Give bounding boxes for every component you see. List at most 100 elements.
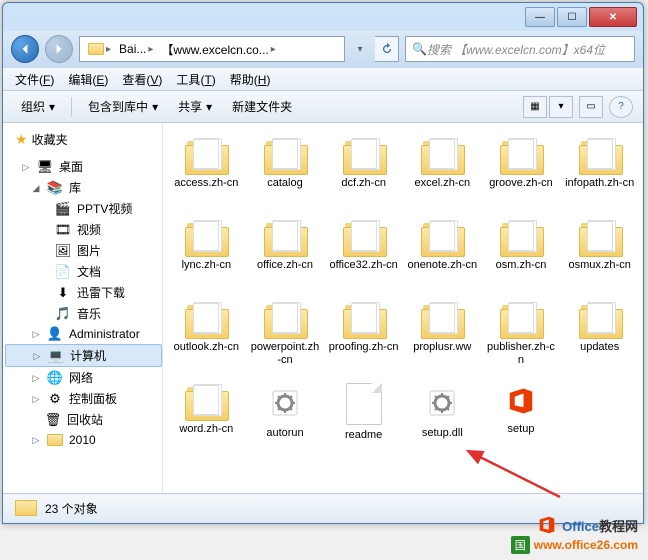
item-label: lync.zh-cn — [182, 259, 232, 285]
file-item-dcf-zh-cn[interactable]: dcf.zh-cn — [326, 133, 401, 207]
sidebar-admin[interactable]: ▷👤Administrator — [5, 324, 162, 344]
file-item-outlook-zh-cn[interactable]: outlook.zh-cn — [169, 297, 244, 371]
sidebar-lib-item[interactable]: 📄文档 — [5, 261, 162, 282]
sidebar-lib-item[interactable]: ⬇迅雷下载 — [5, 282, 162, 303]
address-dropdown[interactable]: ▾ — [351, 44, 369, 55]
breadcrumb[interactable]: ▸ Bai...▸ 【www.excelcn.co...▸ — [79, 36, 345, 62]
file-item-updates[interactable]: updates — [562, 297, 637, 371]
favorites-group[interactable]: ★收藏夹 — [5, 129, 162, 150]
file-item-setup[interactable]: setup — [484, 379, 559, 459]
item-label: setup.dll — [422, 427, 463, 453]
search-placeholder: 搜索 【www.excelcn.com】x64位 — [427, 41, 628, 58]
sidebar-control[interactable]: ▷⚙控制面板 — [5, 388, 162, 409]
item-label: access.zh-cn — [174, 177, 238, 203]
share-button[interactable]: 共享 ▾ — [170, 94, 220, 119]
folder-icon — [185, 383, 227, 419]
sidebar-computer[interactable]: ▷💻计算机 — [5, 344, 162, 367]
item-label: osmux.zh-cn — [568, 259, 630, 285]
sidebar-lib-item[interactable]: 🎬PPTV视频 — [5, 198, 162, 219]
minimize-button[interactable]: — — [525, 7, 555, 27]
sidebar-lib-item[interactable]: 🎞视频 — [5, 219, 162, 240]
folder-icon — [185, 301, 227, 337]
menu-edit[interactable]: 编辑(E) — [62, 69, 114, 90]
refresh-button[interactable] — [375, 36, 399, 62]
folder-icon — [343, 137, 385, 173]
file-item-catalog[interactable]: catalog — [248, 133, 323, 207]
recycle-icon: 🗑 — [45, 412, 61, 428]
sidebar-network[interactable]: ▷🌐网络 — [5, 367, 162, 388]
file-item-setup-dll[interactable]: setup.dll — [405, 379, 480, 459]
file-item-proplusr-ww[interactable]: proplusr.ww — [405, 297, 480, 371]
preview-pane-button[interactable]: ▭ — [579, 96, 603, 118]
nav-back-button[interactable] — [11, 35, 39, 63]
file-item-osm-zh-cn[interactable]: osm.zh-cn — [484, 215, 559, 289]
file-item-groove-zh-cn[interactable]: groove.zh-cn — [484, 133, 559, 207]
view-dropdown[interactable]: ▾ — [549, 96, 573, 118]
item-label: excel.zh-cn — [415, 177, 471, 203]
file-icon — [346, 383, 382, 425]
gear-icon — [265, 383, 305, 423]
item-label: groove.zh-cn — [489, 177, 553, 203]
file-item-autorun[interactable]: autorun — [248, 379, 323, 459]
file-item-office-zh-cn[interactable]: office.zh-cn — [248, 215, 323, 289]
file-item-word-zh-cn[interactable]: word.zh-cn — [169, 379, 244, 459]
library-icon: 📚 — [47, 180, 63, 196]
item-label: office32.zh-cn — [330, 259, 398, 285]
item-label: osm.zh-cn — [496, 259, 547, 285]
file-item-lync-zh-cn[interactable]: lync.zh-cn — [169, 215, 244, 289]
maximize-button[interactable]: ☐ — [557, 7, 587, 27]
folder-icon — [421, 301, 463, 337]
sidebar-desktop[interactable]: ▷🖥桌面 — [5, 156, 162, 177]
help-button[interactable]: ? — [609, 96, 633, 118]
item-label: proofing.zh-cn — [329, 341, 399, 367]
item-label: office.zh-cn — [257, 259, 313, 285]
new-folder-button[interactable]: 新建文件夹 — [224, 94, 300, 119]
folder-icon — [421, 219, 463, 255]
star-icon: ★ — [15, 131, 28, 148]
file-grid: access.zh-cn catalog dcf.zh-cn excel.zh-cn g… — [163, 123, 643, 493]
folder-icon — [579, 301, 621, 337]
sidebar-library[interactable]: ◢📚库 — [5, 177, 162, 198]
file-item-office32-zh-cn[interactable]: office32.zh-cn — [326, 215, 401, 289]
file-item-onenote-zh-cn[interactable]: onenote.zh-cn — [405, 215, 480, 289]
file-item-excel-zh-cn[interactable]: excel.zh-cn — [405, 133, 480, 207]
file-item-powerpoint-zh-cn[interactable]: powerpoint.zh-cn — [248, 297, 323, 371]
computer-icon: 💻 — [48, 348, 64, 364]
sidebar-recycle[interactable]: 🗑回收站 — [5, 409, 162, 430]
arrow-right-icon — [53, 43, 65, 55]
toolbar: 组织 ▾ 包含到库中 ▾ 共享 ▾ 新建文件夹 ▦ ▾ ▭ ? — [3, 91, 643, 123]
item-label: outlook.zh-cn — [174, 341, 239, 367]
view-mode-button[interactable]: ▦ — [523, 96, 547, 118]
sidebar-lib-item[interactable]: 🖼图片 — [5, 240, 162, 261]
menu-help[interactable]: 帮助(H) — [224, 69, 277, 90]
file-item-proofing-zh-cn[interactable]: proofing.zh-cn — [326, 297, 401, 371]
file-item-publisher-zh-cn[interactable]: publisher.zh-cn — [484, 297, 559, 371]
search-box[interactable]: 🔍 搜索 【www.excelcn.com】x64位 — [405, 36, 635, 62]
video-icon: 🎬 — [55, 201, 71, 217]
nav-forward-button[interactable] — [45, 35, 73, 63]
file-item-infopath-zh-cn[interactable]: infopath.zh-cn — [562, 133, 637, 207]
status-count: 23 个对象 — [45, 500, 98, 517]
menu-bar: 文件(F) 编辑(E) 查看(V) 工具(T) 帮助(H) — [3, 67, 643, 91]
organize-button[interactable]: 组织 ▾ — [13, 94, 63, 119]
document-icon: 📄 — [55, 264, 71, 280]
sidebar-2010[interactable]: ▷2010 — [5, 430, 162, 450]
file-item-access-zh-cn[interactable]: access.zh-cn — [169, 133, 244, 207]
music-icon: 🎵 — [55, 306, 71, 322]
file-item-osmux-zh-cn[interactable]: osmux.zh-cn — [562, 215, 637, 289]
menu-tools[interactable]: 工具(T) — [170, 69, 221, 90]
sidebar-lib-item[interactable]: 🎵音乐 — [5, 303, 162, 324]
file-item-readme[interactable]: readme — [326, 379, 401, 459]
separator — [71, 97, 72, 117]
include-library-button[interactable]: 包含到库中 ▾ — [80, 94, 166, 119]
image-icon: 🖼 — [55, 243, 71, 259]
video-icon: 🎞 — [55, 222, 71, 238]
folder-icon — [264, 219, 306, 255]
close-button[interactable]: ✕ — [589, 7, 637, 27]
menu-view[interactable]: 查看(V) — [116, 69, 168, 90]
menu-file[interactable]: 文件(F) — [9, 69, 60, 90]
item-label: catalog — [267, 177, 302, 203]
office-logo-icon — [536, 514, 558, 536]
item-label: powerpoint.zh-cn — [250, 341, 321, 367]
control-panel-icon: ⚙ — [47, 391, 63, 407]
